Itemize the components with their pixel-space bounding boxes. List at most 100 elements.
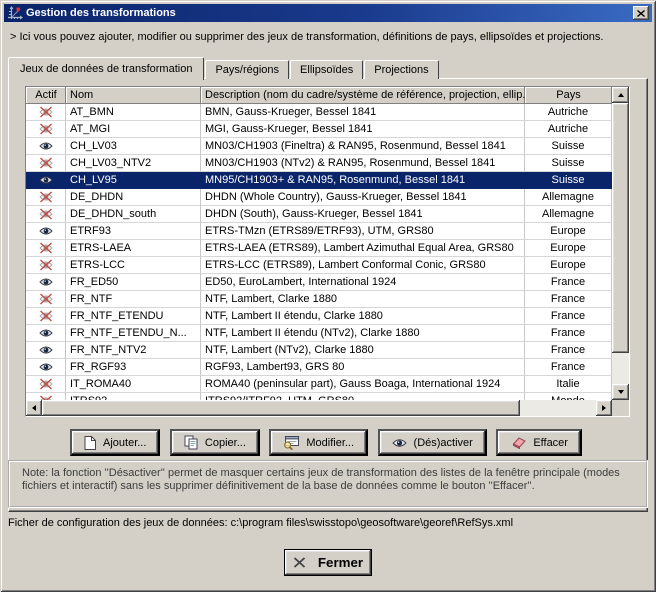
description-cell[interactable]: ED50, EuroLambert, International 1924 bbox=[201, 274, 525, 291]
tab-ellipsoides[interactable]: Ellipsoïdes bbox=[290, 60, 363, 79]
description-cell[interactable]: MN03/CH1903 (NTv2) & RAN95, Rosenmund, B… bbox=[201, 155, 525, 172]
actif-cell[interactable] bbox=[26, 325, 66, 342]
description-cell[interactable]: MGI, Gauss-Krueger, Bessel 1841 bbox=[201, 121, 525, 138]
actif-cell[interactable] bbox=[26, 172, 66, 189]
actif-cell[interactable] bbox=[26, 376, 66, 393]
table-row[interactable]: FR_RGF93 RGF93, Lambert93, GRS 80 France bbox=[26, 359, 612, 376]
description-cell[interactable]: ETRS-TMzn (ETRS89/ETRF93), UTM, GRS80 bbox=[201, 223, 525, 240]
pays-cell[interactable]: Europe bbox=[525, 223, 612, 240]
nom-cell[interactable]: AT_MGI bbox=[66, 121, 201, 138]
table-row[interactable]: DE_DHDN DHDN (Whole Country), Gauss-Krue… bbox=[26, 189, 612, 206]
description-cell[interactable]: ETRS-LAEA (ETRS89), Lambert Azimuthal Eq… bbox=[201, 240, 525, 257]
actif-cell[interactable] bbox=[26, 274, 66, 291]
nom-cell[interactable]: ETRF93 bbox=[66, 223, 201, 240]
horizontal-scrollbar[interactable] bbox=[26, 400, 612, 416]
table-row[interactable]: ETRS-LAEA ETRS-LAEA (ETRS89), Lambert Az… bbox=[26, 240, 612, 257]
actif-cell[interactable] bbox=[26, 359, 66, 376]
actif-cell[interactable] bbox=[26, 138, 66, 155]
description-cell[interactable]: ITRS92/ITRF92, UTM, GRS80 bbox=[201, 393, 525, 400]
pays-cell[interactable]: France bbox=[525, 308, 612, 325]
pays-cell[interactable]: France bbox=[525, 291, 612, 308]
description-cell[interactable]: NTF, Lambert, Clarke 1880 bbox=[201, 291, 525, 308]
actif-cell[interactable] bbox=[26, 223, 66, 240]
actif-cell[interactable] bbox=[26, 342, 66, 359]
nom-cell[interactable]: DE_DHDN_south bbox=[66, 206, 201, 223]
pays-cell[interactable]: Autriche bbox=[525, 104, 612, 121]
close-button[interactable] bbox=[633, 6, 649, 20]
pays-cell[interactable]: Suisse bbox=[525, 155, 612, 172]
pays-cell[interactable]: France bbox=[525, 274, 612, 291]
table-row[interactable]: ITRS92 ITRS92/ITRF92, UTM, GRS80 Monde bbox=[26, 393, 612, 400]
nom-cell[interactable]: FR_NTF_ETENDU bbox=[66, 308, 201, 325]
nom-cell[interactable]: FR_NTF_NTV2 bbox=[66, 342, 201, 359]
fermer-button[interactable]: Fermer bbox=[284, 549, 372, 576]
table-row[interactable]: DE_DHDN_south DHDN (South), Gauss-Kruege… bbox=[26, 206, 612, 223]
pays-cell[interactable]: Allemagne bbox=[525, 189, 612, 206]
nom-cell[interactable]: FR_RGF93 bbox=[66, 359, 201, 376]
nom-cell[interactable]: DE_DHDN bbox=[66, 189, 201, 206]
nom-cell[interactable]: FR_NTF bbox=[66, 291, 201, 308]
header-description[interactable]: Description (nom du cadre/système de réf… bbox=[201, 87, 525, 104]
horizontal-scroll-thumb[interactable] bbox=[42, 400, 520, 416]
nom-cell[interactable]: ETRS-LCC bbox=[66, 257, 201, 274]
nom-cell[interactable]: CH_LV95 bbox=[66, 172, 201, 189]
pays-cell[interactable]: Monde bbox=[525, 393, 612, 400]
description-cell[interactable]: NTF, Lambert (NTv2), Clarke 1880 bbox=[201, 342, 525, 359]
header-actif[interactable]: Actif bbox=[26, 87, 66, 104]
table-row[interactable]: FR_NTF_ETENDU_N... NTF, Lambert II étend… bbox=[26, 325, 612, 342]
table-row[interactable]: FR_NTF_ETENDU NTF, Lambert II étendu, Cl… bbox=[26, 308, 612, 325]
table-row[interactable]: CH_LV95 MN95/CH1903+ & RAN95, Rosenmund,… bbox=[26, 172, 612, 189]
nom-cell[interactable]: IT_ROMA40 bbox=[66, 376, 201, 393]
actif-cell[interactable] bbox=[26, 189, 66, 206]
description-cell[interactable]: NTF, Lambert II étendu, Clarke 1880 bbox=[201, 308, 525, 325]
scroll-left-button[interactable] bbox=[26, 400, 42, 416]
desactiver-button[interactable]: (Dés)activer bbox=[378, 429, 487, 456]
nom-cell[interactable]: CH_LV03_NTV2 bbox=[66, 155, 201, 172]
nom-cell[interactable]: AT_BMN bbox=[66, 104, 201, 121]
description-cell[interactable]: MN03/CH1903 (Fineltra) & RAN95, Rosenmun… bbox=[201, 138, 525, 155]
effacer-button[interactable]: Effacer bbox=[496, 429, 582, 456]
table-row[interactable]: FR_NTF NTF, Lambert, Clarke 1880 France bbox=[26, 291, 612, 308]
header-pays[interactable]: Pays bbox=[525, 87, 612, 104]
pays-cell[interactable]: Autriche bbox=[525, 121, 612, 138]
header-nom[interactable]: Nom bbox=[66, 87, 201, 104]
table-row[interactable]: AT_BMN BMN, Gauss-Krueger, Bessel 1841 A… bbox=[26, 104, 612, 121]
table-row[interactable]: CH_LV03_NTV2 MN03/CH1903 (NTv2) & RAN95,… bbox=[26, 155, 612, 172]
tab-jeux-de-donnees[interactable]: Jeux de données de transformation bbox=[8, 57, 204, 80]
actif-cell[interactable] bbox=[26, 206, 66, 223]
tab-pays-regions[interactable]: Pays/régions bbox=[205, 60, 289, 79]
actif-cell[interactable] bbox=[26, 257, 66, 274]
pays-cell[interactable]: Europe bbox=[525, 240, 612, 257]
tab-projections[interactable]: Projections bbox=[364, 60, 438, 79]
nom-cell[interactable]: FR_NTF_ETENDU_N... bbox=[66, 325, 201, 342]
pays-cell[interactable]: France bbox=[525, 325, 612, 342]
actif-cell[interactable] bbox=[26, 121, 66, 138]
scroll-down-button[interactable] bbox=[612, 384, 629, 400]
modifier-button[interactable]: Modifier... bbox=[269, 429, 368, 456]
table-row[interactable]: FR_NTF_NTV2 NTF, Lambert (NTv2), Clarke … bbox=[26, 342, 612, 359]
pays-cell[interactable]: Allemagne bbox=[525, 206, 612, 223]
vertical-scrollbar[interactable] bbox=[612, 87, 629, 400]
table-row[interactable]: AT_MGI MGI, Gauss-Krueger, Bessel 1841 A… bbox=[26, 121, 612, 138]
description-cell[interactable]: DHDN (Whole Country), Gauss-Krueger, Bes… bbox=[201, 189, 525, 206]
pays-cell[interactable]: France bbox=[525, 342, 612, 359]
actif-cell[interactable] bbox=[26, 104, 66, 121]
actif-cell[interactable] bbox=[26, 308, 66, 325]
description-cell[interactable]: DHDN (South), Gauss-Krueger, Bessel 1841 bbox=[201, 206, 525, 223]
actif-cell[interactable] bbox=[26, 393, 66, 400]
description-cell[interactable]: RGF93, Lambert93, GRS 80 bbox=[201, 359, 525, 376]
nom-cell[interactable]: FR_ED50 bbox=[66, 274, 201, 291]
pays-cell[interactable]: Suisse bbox=[525, 172, 612, 189]
pays-cell[interactable]: France bbox=[525, 359, 612, 376]
description-cell[interactable]: BMN, Gauss-Krueger, Bessel 1841 bbox=[201, 104, 525, 121]
pays-cell[interactable]: Italie bbox=[525, 376, 612, 393]
pays-cell[interactable]: Europe bbox=[525, 257, 612, 274]
description-cell[interactable]: ETRS-LCC (ETRS89), Lambert Conformal Con… bbox=[201, 257, 525, 274]
scroll-right-button[interactable] bbox=[596, 400, 612, 416]
table-row[interactable]: IT_ROMA40 ROMA40 (peninsular part), Gaus… bbox=[26, 376, 612, 393]
actif-cell[interactable] bbox=[26, 291, 66, 308]
pays-cell[interactable]: Suisse bbox=[525, 138, 612, 155]
table-row[interactable]: FR_ED50 ED50, EuroLambert, International… bbox=[26, 274, 612, 291]
nom-cell[interactable]: ETRS-LAEA bbox=[66, 240, 201, 257]
table-row[interactable]: CH_LV03 MN03/CH1903 (Fineltra) & RAN95, … bbox=[26, 138, 612, 155]
